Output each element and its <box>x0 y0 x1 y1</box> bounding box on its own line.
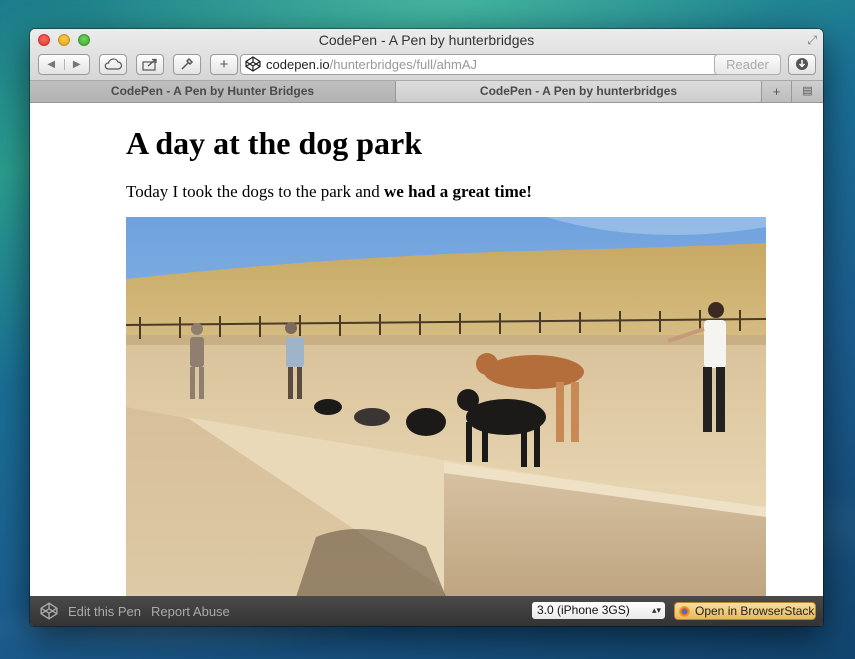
select-arrows-icon: ▴▾ <box>651 605 661 615</box>
report-abuse-link[interactable]: Report Abuse <box>151 604 230 619</box>
device-select-value: 3.0 (iPhone 3GS) <box>537 603 630 617</box>
browserstack-icon <box>679 605 690 617</box>
address-bar[interactable]: codepen.io/hunterbridges/full/ahmAJ ↻ <box>240 53 742 75</box>
device-select[interactable]: 3.0 (iPhone 3GS) ▴▾ <box>532 602 665 619</box>
open-browserstack-button[interactable]: Open in BrowserStack <box>674 602 816 620</box>
nav-buttons: ◀ ▶ <box>38 53 90 75</box>
tab-label: CodePen - A Pen by Hunter Bridges <box>110 84 315 98</box>
add-bookmark-button[interactable]: + <box>210 53 238 75</box>
page-title: A day at the dog park <box>126 125 423 161</box>
back-icon[interactable]: ◀ <box>39 58 65 70</box>
page-intro: Today I took the dogs to the park and we… <box>126 182 532 202</box>
fullscreen-icon[interactable]: ⤢ <box>807 33 817 48</box>
dog-park-photo <box>126 217 766 596</box>
intro-text: Today I took the dogs to the park and <box>126 182 385 201</box>
downloads-button[interactable] <box>788 53 816 75</box>
codepen-site-icon <box>245 56 261 72</box>
reader-button[interactable]: Reader <box>714 53 781 75</box>
tools-button[interactable] <box>173 53 201 75</box>
new-tab-icon[interactable]: + <box>761 81 791 102</box>
title-bar: CodePen - A Pen by hunterbridges ⤢ ◀ ▶ +… <box>30 29 823 81</box>
url-path: /hunterbridges/full/ahmAJ <box>329 56 478 72</box>
window-title: CodePen - A Pen by hunterbridges <box>318 32 535 48</box>
share-icon <box>142 58 157 71</box>
codepen-logo-icon <box>40 602 58 620</box>
browser-window: CodePen - A Pen by hunterbridges ⤢ ◀ ▶ +… <box>30 29 823 626</box>
tab-bar: CodePen - A Pen by Hunter Bridges CodePe… <box>30 81 823 103</box>
tab-overview-icon[interactable]: ▤ <box>791 81 823 102</box>
cloud-icon <box>104 58 122 70</box>
url-host: codepen.io <box>266 56 330 72</box>
browser-toolbar: ◀ ▶ + codepen.io/hunterbridges/full/ahmA… <box>38 53 817 75</box>
edit-pen-link[interactable]: Edit this Pen <box>68 604 141 619</box>
download-icon <box>796 58 808 70</box>
tab-label: CodePen - A Pen by hunterbridges <box>479 84 678 98</box>
intro-bold-text: we had a great time! <box>384 182 532 201</box>
browserstack-label: Open in BrowserStack <box>695 604 815 618</box>
page-content: A day at the dog park Today I took the d… <box>30 104 823 596</box>
plus-icon: + <box>219 55 229 73</box>
wrench-icon <box>181 57 194 70</box>
icloud-tabs-button[interactable] <box>99 53 127 75</box>
tab-hunterbridges[interactable]: CodePen - A Pen by hunterbridges <box>396 81 761 102</box>
forward-icon[interactable]: ▶ <box>65 59 90 70</box>
tab-hunter-bridges[interactable]: CodePen - A Pen by Hunter Bridges <box>30 81 396 102</box>
codepen-footer-bar: Edit this Pen Report Abuse 3.0 (iPhone 3… <box>30 596 823 626</box>
share-button[interactable] <box>136 53 164 75</box>
